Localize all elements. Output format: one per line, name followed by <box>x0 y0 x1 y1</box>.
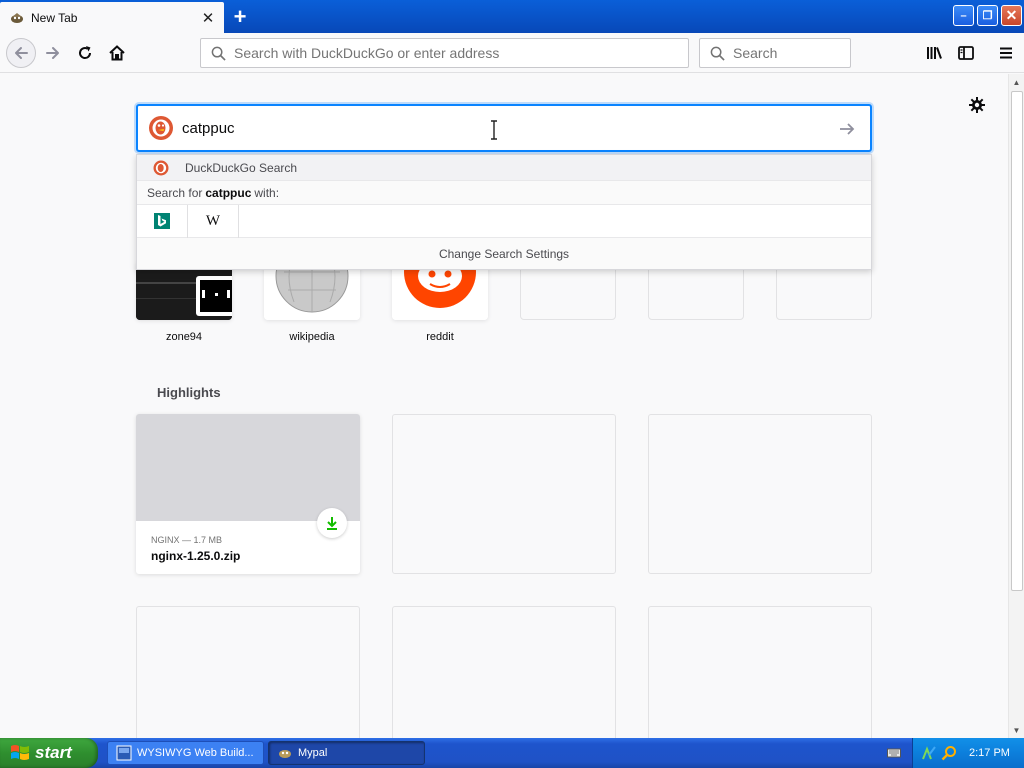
highlights-heading: Highlights <box>157 385 221 400</box>
wikipedia-icon: W <box>205 212 221 229</box>
search-for-suffix: with: <box>254 185 280 200</box>
download-icon <box>317 508 347 538</box>
clock: 2:17 PM <box>969 747 1010 759</box>
hamburger-menu-icon <box>1000 47 1012 59</box>
menu-button[interactable] <box>992 39 1020 67</box>
keyboard-icon[interactable] <box>887 746 901 760</box>
windows-logo-icon <box>11 745 29 760</box>
suggestion-duckduckgo[interactable]: DuckDuckGo Search <box>137 155 871 181</box>
change-search-settings-button[interactable]: Change Search Settings <box>137 238 871 269</box>
text-cursor-icon <box>489 120 499 140</box>
arrow-left-icon <box>15 47 28 59</box>
navigation-toolbar <box>0 33 1024 73</box>
newtab-search-box[interactable] <box>136 104 872 152</box>
highlight-card-empty <box>392 606 616 738</box>
forward-button[interactable] <box>39 39 67 67</box>
duckduckgo-icon <box>149 116 173 140</box>
highlight-card-empty <box>136 606 360 738</box>
search-icon[interactable] <box>941 745 957 761</box>
network-icon[interactable] <box>921 745 937 761</box>
page-scrollbar[interactable]: ▲ ▼ <box>1008 74 1024 738</box>
reload-button[interactable] <box>71 39 99 67</box>
taskbar-item-label: WYSIWYG Web Build... <box>137 747 254 759</box>
wikipedia-globe-icon <box>264 262 360 320</box>
home-icon <box>109 45 125 61</box>
wysiwyg-app-icon <box>116 745 132 761</box>
highlight-card-nginx[interactable]: NGINX — 1.7 MB nginx-1.25.0.zip <box>136 414 360 574</box>
reload-icon <box>79 46 92 59</box>
highlight-card-empty <box>648 414 872 574</box>
taskbar-item-label: Mypal <box>298 747 328 759</box>
top-site-label: reddit <box>426 331 454 343</box>
highlight-filename: nginx-1.25.0.zip <box>151 549 241 563</box>
sidebar-button[interactable] <box>952 39 980 67</box>
top-site-label: zone94 <box>165 331 203 343</box>
search-for-label: Search for catppuc with: <box>137 181 871 205</box>
taskbar: start WYSIWYG Web Build... Mypal 2:17 PM <box>0 738 1024 768</box>
taskbar-item-mypal[interactable]: Mypal <box>268 741 425 765</box>
close-window-button[interactable]: ✕ <box>1001 5 1022 26</box>
library-button[interactable] <box>920 39 948 67</box>
scroll-down-button[interactable]: ▼ <box>1009 722 1024 738</box>
back-button[interactable] <box>6 38 36 68</box>
top-site-reddit[interactable] <box>392 262 488 320</box>
top-site-wikipedia[interactable] <box>264 262 360 320</box>
engine-wikipedia-button[interactable]: W <box>188 204 239 238</box>
zone94-thumbnail <box>136 262 232 320</box>
scroll-thumb[interactable] <box>1011 91 1023 591</box>
sidebar-icon <box>958 46 974 60</box>
highlight-preview <box>136 414 360 521</box>
home-button[interactable] <box>103 39 131 67</box>
minimize-button[interactable]: – <box>953 5 974 26</box>
mypal-icon <box>277 745 293 761</box>
top-site-label: wikipedia <box>289 331 335 343</box>
search-icon <box>709 45 725 61</box>
arrow-right-icon <box>46 47 59 59</box>
bing-icon <box>154 213 170 229</box>
restore-button[interactable]: ❐ <box>977 5 998 26</box>
system-tray: 2:17 PM <box>912 738 1024 768</box>
one-off-engines: W <box>137 204 871 238</box>
search-submit-button[interactable] <box>836 118 858 140</box>
suggestion-label: DuckDuckGo Search <box>185 160 298 175</box>
reddit-icon <box>392 262 488 320</box>
search-input[interactable] <box>733 45 843 61</box>
scroll-up-button[interactable]: ▲ <box>1009 74 1024 90</box>
mypal-icon <box>9 10 25 26</box>
close-tab-button[interactable]: ✕ <box>200 10 216 27</box>
tab-title: New Tab <box>31 10 78 25</box>
new-tab-button[interactable]: + <box>228 4 252 29</box>
url-input[interactable] <box>234 45 674 61</box>
arrow-right-icon <box>840 123 855 135</box>
top-site-empty <box>776 262 872 320</box>
gear-icon <box>969 97 985 113</box>
search-for-term: catppuc <box>205 185 252 200</box>
url-bar[interactable] <box>200 38 689 68</box>
highlight-card-empty <box>392 414 616 574</box>
highlight-meta: NGINX — 1.7 MB <box>151 535 223 545</box>
start-button[interactable]: start <box>0 738 98 768</box>
tab-strip: New Tab ✕ + – ❐ ✕ <box>0 0 1024 33</box>
duckduckgo-icon <box>153 160 169 175</box>
taskbar-item-wysiwyg[interactable]: WYSIWYG Web Build... <box>107 741 264 765</box>
top-site-empty <box>520 262 616 320</box>
search-bar[interactable] <box>699 38 851 68</box>
start-label: start <box>35 743 72 762</box>
engine-bing-button[interactable] <box>137 204 188 238</box>
tab-new-tab[interactable]: New Tab ✕ <box>0 2 224 33</box>
top-site-zone94[interactable] <box>136 262 232 320</box>
highlight-card-empty <box>648 606 872 738</box>
search-icon <box>210 45 226 61</box>
top-site-empty <box>648 262 744 320</box>
new-tab-page: zone94 wikipedia reddit Highlights NGINX… <box>0 74 1008 738</box>
search-for-prefix: Search for <box>147 185 203 200</box>
settings-button[interactable] <box>966 94 988 116</box>
library-icon <box>927 47 942 59</box>
search-suggestions-dropdown: DuckDuckGo Search Search for catppuc wit… <box>136 154 872 270</box>
